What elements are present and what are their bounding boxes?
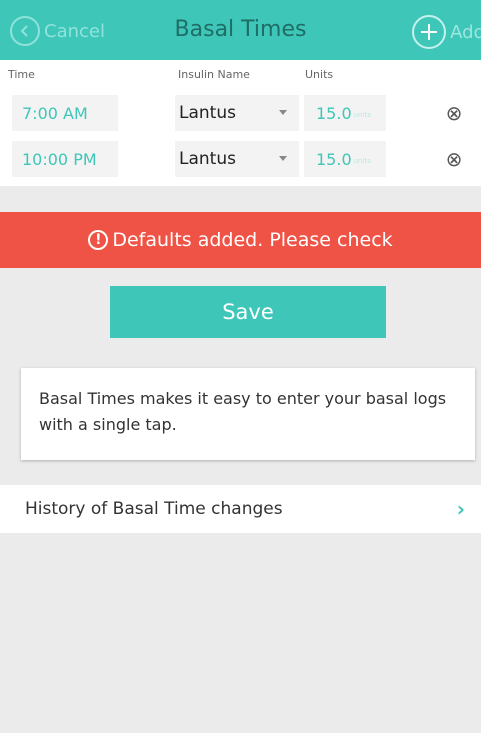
time-field[interactable]: 7:00 AM <box>12 95 118 131</box>
info-card: Basal Times makes it easy to enter your … <box>21 368 475 460</box>
page-title: Basal Times <box>174 17 307 42</box>
alert-text: Defaults added. Please check <box>112 229 393 251</box>
units-suffix: units <box>353 157 371 165</box>
insulin-value: Lantus <box>179 103 236 123</box>
time-field[interactable]: 10:00 PM <box>12 141 118 177</box>
save-button[interactable]: Save <box>110 286 386 338</box>
units-field[interactable]: 15.0 units <box>304 141 386 177</box>
units-value: 15.0 <box>316 103 352 123</box>
column-header-insulin: Insulin Name <box>178 68 250 81</box>
column-headers: Time Insulin Name Units <box>0 60 481 90</box>
chevron-right-icon: › <box>456 497 465 521</box>
history-label: History of Basal Time changes <box>25 499 283 519</box>
dropdown-arrow-icon <box>279 156 287 161</box>
alert-icon: ! <box>88 230 109 250</box>
units-suffix: units <box>353 111 371 119</box>
table-row: 10:00 PM Lantus 15.0 units ⊗ <box>0 136 481 182</box>
remove-row-icon[interactable]: ⊗ <box>445 149 463 169</box>
add-label: Add <box>450 21 481 43</box>
plus-icon <box>412 15 447 49</box>
nav-header: Cancel Basal Times Add <box>0 0 481 60</box>
insulin-select[interactable]: Lantus <box>175 95 299 131</box>
units-value: 15.0 <box>316 149 352 169</box>
add-button[interactable]: Add <box>412 15 481 49</box>
column-header-time: Time <box>8 68 35 81</box>
basal-times-table: Time Insulin Name Units 7:00 AM Lantus 1… <box>0 60 481 186</box>
history-link[interactable]: History of Basal Time changes › <box>0 485 481 533</box>
insulin-select[interactable]: Lantus <box>175 141 299 177</box>
table-row: 7:00 AM Lantus 15.0 units ⊗ <box>0 90 481 136</box>
dropdown-arrow-icon <box>279 110 287 115</box>
insulin-value: Lantus <box>179 149 236 169</box>
alert-banner: ! Defaults added. Please check <box>0 212 481 268</box>
remove-row-icon[interactable]: ⊗ <box>445 103 463 123</box>
column-header-units: Units <box>305 68 334 81</box>
units-field[interactable]: 15.0 units <box>304 95 386 131</box>
